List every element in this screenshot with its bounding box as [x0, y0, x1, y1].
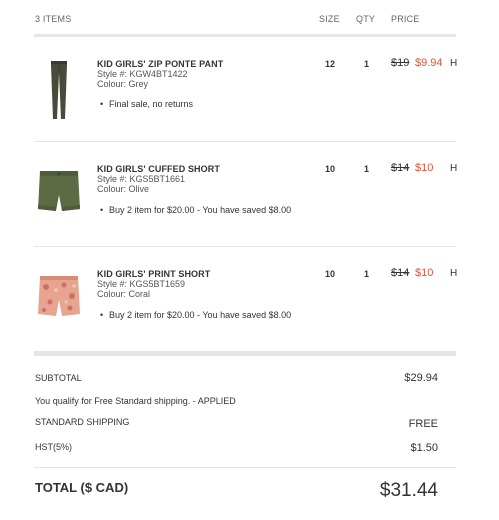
price-column-header: PRICE: [391, 14, 420, 24]
cart-item-cuffed-short: KID GIRLS' CUFFED SHORT Style #: KGS5BT1…: [34, 162, 499, 268]
sale-price: $10: [415, 267, 434, 279]
sale-price: $10: [415, 162, 434, 174]
total-label: TOTAL ($ CAD): [35, 480, 129, 495]
shipping-label: STANDARD SHIPPING: [35, 417, 130, 427]
product-colour: Colour: Coral: [97, 289, 151, 299]
product-colour: Colour: Olive: [97, 184, 150, 194]
product-qty[interactable]: 1: [364, 269, 369, 279]
cart-header: 3 ITEMS SIZE QTY PRICE: [0, 0, 499, 36]
product-colour: Colour: Grey: [97, 79, 149, 89]
total-divider: [34, 467, 456, 468]
product-image-pants[interactable]: [34, 59, 84, 129]
product-qty[interactable]: 1: [364, 59, 369, 69]
product-style: Style #: KGS5BT1659: [97, 279, 186, 289]
product-image-coral-shorts[interactable]: [34, 272, 84, 342]
summary-divider: [34, 351, 456, 356]
original-price: $14: [391, 267, 410, 279]
tax-label: HST(5%): [35, 442, 73, 452]
product-promo-note: Buy 2 item for $20.00 - You have saved $…: [100, 310, 291, 320]
product-size: 10: [325, 269, 336, 279]
qty-column-header: QTY: [356, 14, 376, 24]
shipping-value: FREE: [408, 418, 438, 430]
original-price: $14: [391, 162, 410, 174]
header-divider: [34, 34, 456, 37]
tax-value: $1.50: [410, 442, 438, 454]
product-name[interactable]: KID GIRLS' CUFFED SHORT: [97, 164, 220, 174]
price-suffix: H: [450, 163, 458, 174]
price-suffix: H: [450, 58, 458, 69]
cart-item-print-short: KID GIRLS' PRINT SHORT Style #: KGS5BT16…: [34, 267, 499, 373]
total-value: $31.44: [379, 480, 438, 501]
subtotal-label: SUBTOTAL: [35, 373, 82, 383]
product-style: Style #: KGS5BT1661: [97, 174, 186, 184]
product-qty[interactable]: 1: [364, 164, 369, 174]
sale-price: $9.94: [415, 57, 443, 69]
cart-item-zip-ponte-pant: KID GIRLS' ZIP PONTE PANT Style #: KGW4B…: [34, 57, 499, 163]
product-name[interactable]: KID GIRLS' ZIP PONTE PANT: [97, 59, 223, 69]
items-count: 3 ITEMS: [35, 14, 72, 24]
free-shipping-note: You qualify for Free Standard shipping. …: [35, 396, 236, 406]
item-divider: [34, 246, 456, 247]
product-name[interactable]: KID GIRLS' PRINT SHORT: [97, 269, 210, 279]
product-note: Final sale, no returns: [100, 99, 193, 109]
product-image-olive-shorts[interactable]: [34, 167, 84, 237]
product-size: 12: [325, 59, 336, 69]
original-price: $19: [391, 57, 410, 69]
product-size: 10: [325, 164, 336, 174]
product-style: Style #: KGW4BT1422: [97, 69, 188, 79]
product-promo-note: Buy 2 item for $20.00 - You have saved $…: [100, 205, 291, 215]
item-divider: [34, 141, 456, 142]
subtotal-value: $29.94: [404, 372, 438, 384]
price-suffix: H: [450, 268, 458, 279]
size-column-header: SIZE: [319, 14, 340, 24]
